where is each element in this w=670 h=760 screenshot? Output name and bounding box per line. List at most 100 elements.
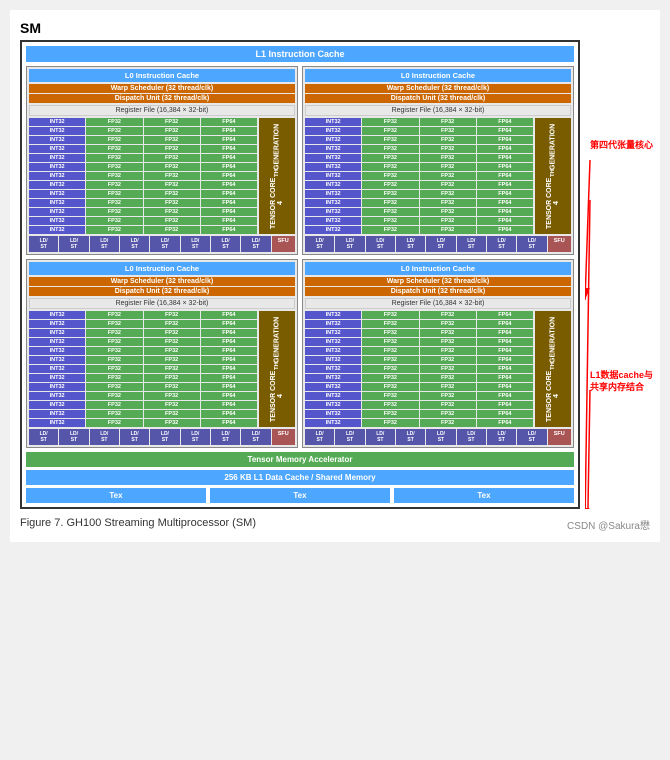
fp64-cell: FP64 [201,320,257,328]
quadrant-bottom-left: L0 Instruction Cache Warp Scheduler (32 … [26,259,298,448]
ld-st: LD/ST [29,429,58,445]
ld-st: LD/ST [120,429,149,445]
int32-cell: INT32 [305,136,361,144]
tex-row: Tex Tex Tex [26,488,574,503]
reg-row: INT32 FP32 FP32 FP64 [305,217,533,225]
fp32-cell: FP32 [362,217,418,225]
annotation-tensor-core: 第四代张量核心 [590,140,653,152]
fp32-cell: FP32 [86,410,142,418]
tensor-box-br: INT32 FP32 FP32 FP64 INT32 FP32 FP32 FP6… [305,311,571,427]
tensor-core-label-tl: TENSOR CORE4TH GENERATION [259,118,295,234]
int32-cell: INT32 [29,410,85,418]
fp32-cell: FP32 [86,181,142,189]
int32-cell: INT32 [29,226,85,234]
fp64-cell: FP64 [477,410,533,418]
fp32-cell: FP32 [420,154,476,162]
quadrant-top-right: L0 Instruction Cache Warp Scheduler (32 … [302,66,574,255]
fp32-cell: FP32 [362,374,418,382]
int32-cell: INT32 [29,127,85,135]
fp64-cell: FP64 [477,199,533,207]
fp64-cell: FP64 [201,190,257,198]
fp64-cell: FP64 [201,392,257,400]
ld-st: LD/ST [335,429,364,445]
tensor-box-bl: INT32 FP32 FP32 FP64 INT32 FP32 FP32 FP6… [29,311,295,427]
figure-label: Figure 7. GH100 Streaming Multiprocessor… [20,517,256,532]
reg-row: INT32 FP32 FP32 FP64 [29,419,257,427]
reg-row: INT32 FP32 FP32 FP64 [29,217,257,225]
fp32-cell: FP32 [144,163,200,171]
l1-instruction-cache-top: L1 Instruction Cache [26,46,574,62]
bottom-section: Tensor Memory Accelerator 256 KB L1 Data… [26,452,574,503]
ld-st: LD/ST [335,236,364,252]
fp32-cell: FP32 [144,320,200,328]
int32-cell: INT32 [29,181,85,189]
reg-row: INT32 FP32 FP32 FP64 [29,356,257,364]
reg-row: INT32 FP32 FP32 FP64 [29,163,257,171]
fp64-cell: FP64 [477,136,533,144]
int32-cell: INT32 [29,217,85,225]
fp32-cell: FP32 [420,419,476,427]
fp32-cell: FP32 [420,217,476,225]
int32-cell: INT32 [305,356,361,364]
fp32-cell: FP32 [86,338,142,346]
quadrant-top-left: L0 Instruction Cache Warp Scheduler (32 … [26,66,298,255]
int32-cell: INT32 [305,419,361,427]
fp64-cell: FP64 [201,217,257,225]
ld-st: LD/ST [241,429,270,445]
int32-cell: INT32 [305,410,361,418]
fp32-cell: FP32 [144,347,200,355]
int32-cell: INT32 [29,365,85,373]
register-file-bl: Register File (16,384 × 32-bit) [29,298,295,309]
reg-row: INT32 FP32 FP32 FP64 [305,356,533,364]
ld-st: LD/ST [305,429,334,445]
fp32-cell: FP32 [362,136,418,144]
warp-scheduler-tl: Warp Scheduler (32 thread/clk) [29,84,295,93]
int32-cell: INT32 [29,172,85,180]
fp64-cell: FP64 [477,118,533,126]
fp32-cell: FP32 [86,172,142,180]
reg-row: INT32 FP32 FP32 FP64 [305,374,533,382]
fp64-cell: FP64 [201,136,257,144]
int32-cell: INT32 [305,217,361,225]
int32-cell: INT32 [29,392,85,400]
ld-st: LD/ST [150,429,179,445]
fp32-cell: FP32 [362,329,418,337]
reg-row: INT32 FP32 FP32 FP64 [29,374,257,382]
fp32-cell: FP32 [420,338,476,346]
sfu: SFU [548,236,571,252]
int32-cell: INT32 [305,392,361,400]
reg-row: INT32 FP32 FP32 FP64 [305,347,533,355]
fp32-cell: FP32 [144,217,200,225]
int32-cell: INT32 [305,374,361,382]
sfu: SFU [272,429,295,445]
fp32-cell: FP32 [362,172,418,180]
fp32-cell: FP32 [362,208,418,216]
ld-st: LD/ST [181,429,210,445]
fp32-cell: FP32 [144,392,200,400]
ld-st: LD/ST [305,236,334,252]
fp32-cell: FP32 [86,329,142,337]
int32-cell: INT32 [29,419,85,427]
sfu: SFU [272,236,295,252]
fp32-cell: FP32 [144,154,200,162]
int32-cell: INT32 [29,374,85,382]
fp32-cell: FP32 [362,154,418,162]
reg-row: INT32 FP32 FP32 FP64 [305,383,533,391]
fp64-cell: FP64 [201,163,257,171]
int32-cell: INT32 [305,320,361,328]
fp32-cell: FP32 [362,401,418,409]
fp32-cell: FP32 [420,145,476,153]
fp32-cell: FP32 [144,172,200,180]
fp32-cell: FP32 [86,136,142,144]
fp32-cell: FP32 [86,374,142,382]
fp32-cell: FP32 [86,163,142,171]
fp32-cell: FP32 [420,374,476,382]
fp32-cell: FP32 [362,320,418,328]
int32-cell: INT32 [305,172,361,180]
reg-row: INT32 FP32 FP32 FP64 [305,136,533,144]
int32-cell: INT32 [29,190,85,198]
ld-st: LD/ST [487,429,516,445]
fp32-cell: FP32 [420,172,476,180]
reg-row: INT32 FP32 FP32 FP64 [29,181,257,189]
fp64-cell: FP64 [477,392,533,400]
